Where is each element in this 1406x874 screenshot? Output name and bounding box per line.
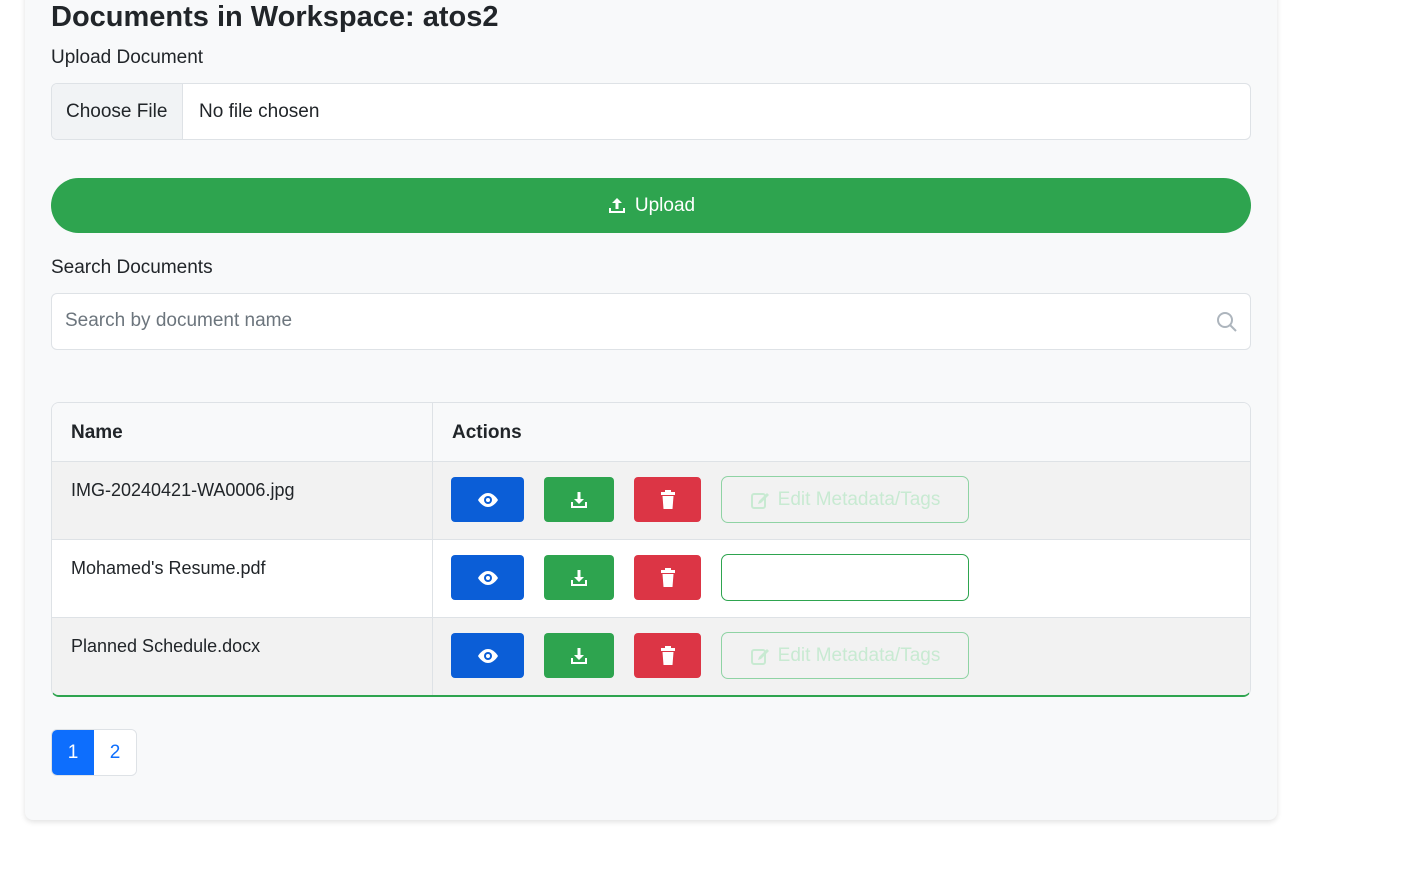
file-status-text: No file chosen [199, 100, 320, 122]
edit-metadata-label: Edit Metadata/Tags [777, 644, 941, 666]
table-header-row: Name Actions [52, 403, 1250, 461]
page-title: Documents in Workspace: atos2 [51, 1, 499, 33]
view-button[interactable] [451, 633, 524, 678]
download-button[interactable] [544, 633, 614, 678]
upload-icon [608, 197, 625, 213]
pagination: 1 2 [51, 729, 137, 776]
edit-icon [750, 492, 769, 509]
edit-icon [750, 648, 769, 665]
download-icon [571, 647, 587, 664]
header-actions: Actions [452, 422, 522, 443]
edit-metadata-button[interactable]: Edit Metadata/Tags [721, 476, 969, 523]
download-button[interactable] [544, 477, 614, 522]
upload-button[interactable]: Upload [51, 178, 1251, 233]
eye-icon [477, 570, 498, 585]
table-row: Mohamed's Resume.pdf [52, 539, 1250, 617]
search-label: Search Documents [51, 257, 213, 278]
search-input[interactable] [52, 294, 1208, 347]
page-2-button[interactable]: 2 [94, 730, 136, 775]
document-name: Planned Schedule.docx [52, 618, 433, 695]
delete-button[interactable] [634, 477, 701, 522]
eye-icon [477, 492, 498, 507]
file-input[interactable]: Choose File No file chosen [51, 83, 1251, 140]
edit-metadata-button[interactable]: Edit Metadata/Tags [721, 632, 969, 679]
documents-table: Name Actions IMG-20240421-WA0006.jpg Edi… [51, 402, 1251, 697]
delete-button[interactable] [634, 633, 701, 678]
trash-icon [660, 645, 675, 665]
row-actions: Edit Metadata/Tags [433, 618, 1250, 695]
download-icon [571, 491, 587, 508]
trash-icon [660, 489, 675, 509]
row-actions [433, 540, 1250, 617]
table-row: Planned Schedule.docx Edit Metadata/Tags [52, 617, 1250, 695]
row-actions: Edit Metadata/Tags [433, 462, 1250, 539]
edit-metadata-label: Edit Metadata/Tags [777, 488, 941, 510]
eye-icon [477, 648, 498, 663]
download-button[interactable] [544, 555, 614, 600]
trash-icon [660, 567, 675, 587]
edit-metadata-button[interactable] [721, 554, 969, 601]
search-icon[interactable] [1216, 311, 1238, 333]
choose-file-button[interactable]: Choose File [52, 84, 183, 139]
upload-button-label: Upload [634, 194, 696, 216]
delete-button[interactable] [634, 555, 701, 600]
document-name: IMG-20240421-WA0006.jpg [52, 462, 433, 539]
table-row: IMG-20240421-WA0006.jpg Edit Metadata/Ta… [52, 461, 1250, 539]
download-icon [571, 569, 587, 586]
document-name: Mohamed's Resume.pdf [52, 540, 433, 617]
upload-label: Upload Document [51, 47, 204, 68]
view-button[interactable] [451, 477, 524, 522]
header-name: Name [52, 403, 433, 461]
search-field [51, 293, 1251, 350]
view-button[interactable] [451, 555, 524, 600]
page-1-button[interactable]: 1 [52, 730, 94, 775]
